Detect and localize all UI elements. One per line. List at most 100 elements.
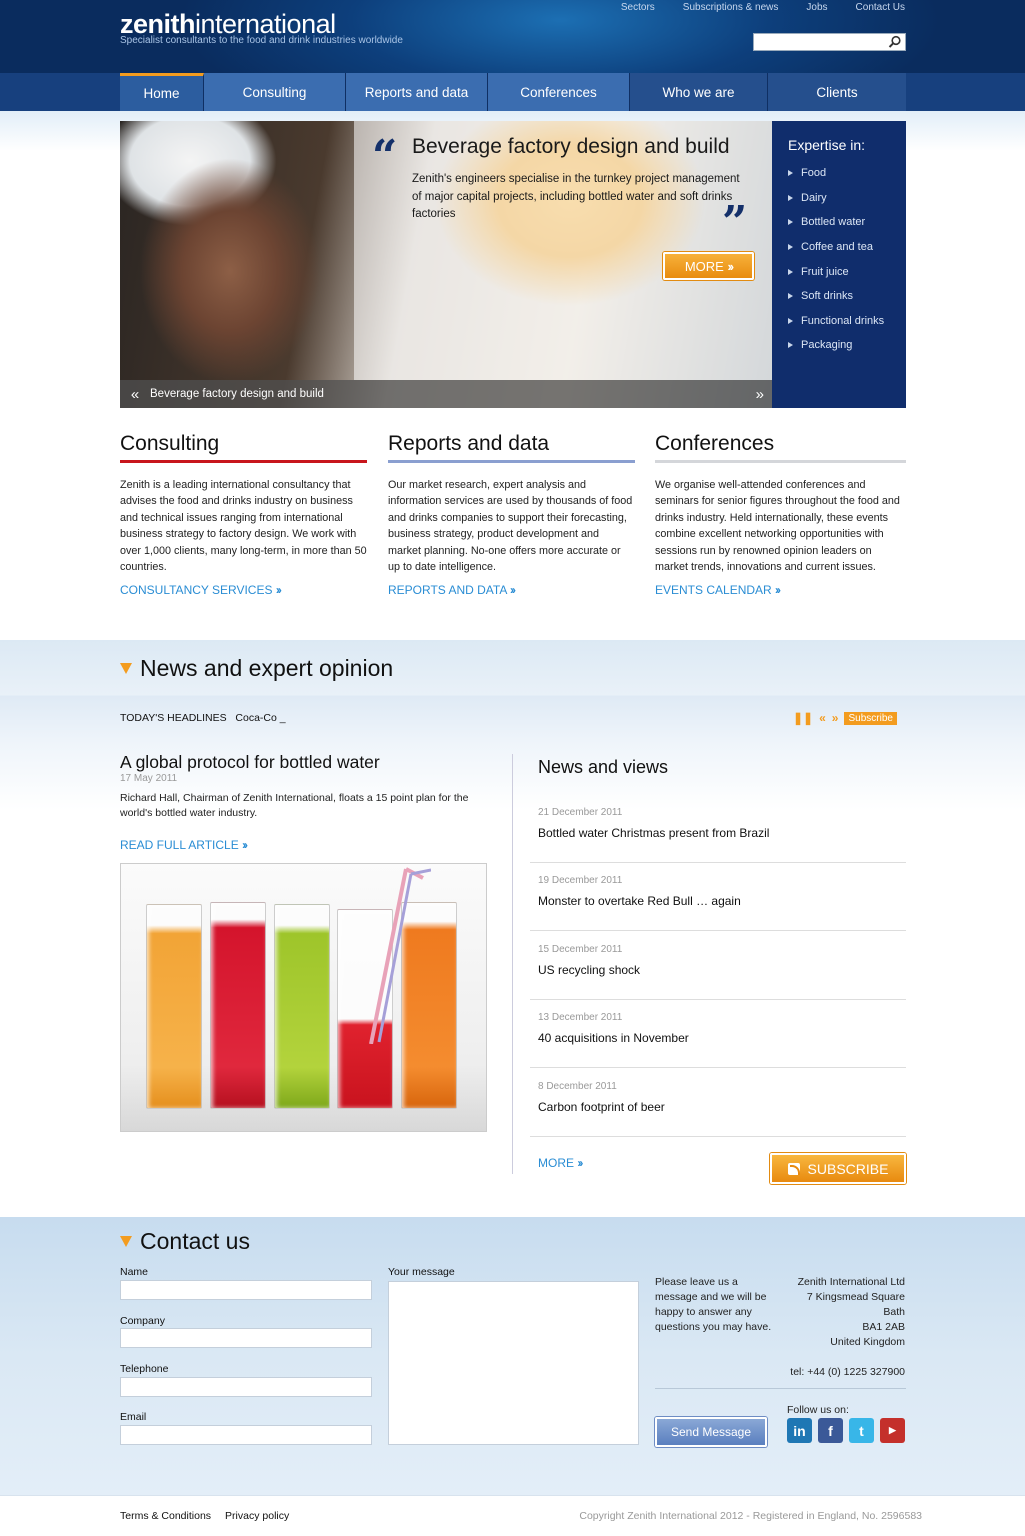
- article-title[interactable]: A global protocol for bottled water: [120, 752, 380, 773]
- article-image[interactable]: [120, 863, 487, 1132]
- news-more-link[interactable]: MORE ››: [538, 1156, 583, 1170]
- expertise-item-soft-drinks[interactable]: Soft drinks: [788, 284, 906, 309]
- close-quote-icon: ”: [722, 197, 748, 248]
- news-item-title[interactable]: Bottled water Christmas present from Bra…: [538, 826, 769, 840]
- triangle-right-icon: [788, 293, 793, 300]
- next-slide-icon[interactable]: »: [756, 386, 764, 403]
- address-line: Bath: [883, 1306, 905, 1318]
- expertise-item-bottled-water[interactable]: Bottled water: [788, 210, 906, 235]
- expertise-item-functional-drinks[interactable]: Functional drinks: [788, 309, 906, 334]
- address-line: 7 Kingsmead Square: [806, 1291, 905, 1303]
- expertise-item-packaging[interactable]: Packaging: [788, 333, 906, 358]
- expertise-label: Packaging: [801, 339, 853, 352]
- news-item-date: 8 December 2011: [538, 1081, 617, 1092]
- headlines-ticker: TODAY'S HEADLINES Coca-Co _: [120, 712, 286, 724]
- top-link-sectors[interactable]: Sectors: [607, 2, 669, 13]
- privacy-link[interactable]: Privacy policy: [225, 1510, 289, 1522]
- company-label: Company: [120, 1315, 165, 1327]
- email-field[interactable]: [120, 1425, 372, 1445]
- glass-red: [210, 902, 266, 1109]
- news-item[interactable]: 8 December 2011 Carbon footprint of beer: [530, 1069, 906, 1137]
- expertise-label: Soft drinks: [801, 290, 853, 303]
- search-input[interactable]: [754, 34, 884, 50]
- hero-caption: Beverage factory design and build: [150, 388, 324, 400]
- news-divider: [512, 754, 513, 1174]
- message-field[interactable]: [388, 1281, 639, 1445]
- nav-who-we-are[interactable]: Who we are: [630, 73, 768, 111]
- nav-consulting[interactable]: Consulting: [204, 73, 346, 111]
- reports-column: Reports and data Our market research, ex…: [388, 432, 635, 597]
- news-item[interactable]: 21 December 2011 Bottled water Christmas …: [530, 795, 906, 863]
- news-item-title[interactable]: 40 acquisitions in November: [538, 1031, 689, 1045]
- top-link-contact[interactable]: Contact Us: [842, 2, 905, 13]
- headlines-ticker-text[interactable]: Coca-Co _: [235, 712, 285, 724]
- expertise-item-fruit-juice[interactable]: Fruit juice: [788, 259, 906, 284]
- telephone-number: tel: +44 (0) 1225 327900: [790, 1366, 905, 1378]
- telephone-field[interactable]: [120, 1377, 372, 1397]
- expertise-item-coffee-tea[interactable]: Coffee and tea: [788, 235, 906, 260]
- search-icon[interactable]: [888, 35, 902, 49]
- news-item-title[interactable]: US recycling shock: [538, 963, 640, 977]
- company-field[interactable]: [120, 1328, 372, 1348]
- news-item[interactable]: 19 December 2011 Monster to overtake Red …: [530, 863, 906, 931]
- double-chevron-icon: ››: [275, 583, 282, 598]
- link-label: CONSULTANCY SERVICES: [120, 583, 273, 598]
- message-label: Your message: [388, 1266, 455, 1278]
- news-item-title[interactable]: Carbon footprint of beer: [538, 1100, 665, 1114]
- linkedin-icon[interactable]: in: [787, 1418, 812, 1443]
- consultancy-services-link[interactable]: CONSULTANCY SERVICES ››: [120, 583, 367, 597]
- triangle-right-icon: [788, 317, 793, 324]
- twitter-icon[interactable]: t: [849, 1418, 874, 1443]
- expertise-item-food[interactable]: Food: [788, 161, 906, 186]
- article-summary: Richard Hall, Chairman of Zenith Interna…: [120, 792, 469, 819]
- follow-us-label: Follow us on:: [787, 1404, 849, 1416]
- conferences-column: Conferences We organise well-attended co…: [655, 432, 906, 597]
- send-message-button[interactable]: Send Message: [655, 1417, 767, 1447]
- hero-more-button[interactable]: MORE ››: [663, 252, 754, 280]
- triangle-right-icon: [788, 244, 793, 251]
- top-link-subscriptions[interactable]: Subscriptions & news: [669, 2, 793, 13]
- name-field[interactable]: [120, 1280, 372, 1300]
- hero-overlay: [354, 121, 772, 380]
- double-chevron-icon: ››: [727, 258, 734, 274]
- nav-conferences[interactable]: Conferences: [488, 73, 630, 111]
- link-label: READ FULL ARTICLE: [120, 838, 239, 852]
- consulting-column: Consulting Zenith is a leading internati…: [120, 432, 367, 597]
- terms-link[interactable]: Terms & Conditions: [120, 1510, 211, 1522]
- reports-and-data-link[interactable]: REPORTS AND DATA ››: [388, 583, 635, 597]
- youtube-icon[interactable]: ▶: [880, 1418, 905, 1443]
- contact-note: Please leave us a message and we will be…: [655, 1276, 772, 1333]
- facebook-icon[interactable]: f: [818, 1418, 843, 1443]
- news-heading: News and expert opinion: [120, 655, 393, 682]
- nav-clients[interactable]: Clients: [768, 73, 906, 111]
- next-icon[interactable]: »: [832, 711, 839, 725]
- previous-icon[interactable]: «: [819, 711, 826, 725]
- column-text: Zenith is a leading international consul…: [120, 479, 367, 574]
- prev-slide-icon[interactable]: «: [120, 386, 150, 403]
- column-text: Our market research, expert analysis and…: [388, 479, 633, 574]
- glass-orange: [146, 904, 202, 1109]
- events-calendar-link[interactable]: EVENTS CALENDAR ››: [655, 583, 906, 597]
- top-link-jobs[interactable]: Jobs: [792, 2, 841, 13]
- subscribe-small-button[interactable]: Subscribe: [844, 711, 897, 725]
- triangle-right-icon: [788, 219, 793, 226]
- expertise-label: Functional drinks: [801, 314, 885, 327]
- expertise-item-dairy[interactable]: Dairy: [788, 186, 906, 211]
- nav-home[interactable]: Home: [120, 73, 204, 111]
- triangle-right-icon: [788, 342, 793, 349]
- nav-reports[interactable]: Reports and data: [346, 73, 488, 111]
- expertise-panel: Expertise in: Food Dairy Bottled water C…: [772, 121, 906, 408]
- triangle-right-icon: [788, 268, 793, 275]
- read-full-article-link[interactable]: READ FULL ARTICLE ››: [120, 838, 248, 852]
- site-footer: Terms & Conditions Privacy policy Copyrig…: [0, 1495, 1025, 1536]
- triangle-down-icon: [120, 663, 132, 674]
- news-views-title: News and views: [538, 757, 669, 777]
- pause-icon[interactable]: ❚❚: [793, 711, 813, 725]
- news-item[interactable]: 15 December 2011 US recycling shock: [530, 932, 906, 1000]
- subscribe-button[interactable]: SUBSCRIBE: [770, 1153, 906, 1184]
- hero-slideshow: “ Beverage factory design and build Zeni…: [120, 121, 772, 408]
- address-line: United Kingdom: [830, 1336, 905, 1348]
- news-item[interactable]: 13 December 2011 40 acquisitions in Novem…: [530, 1000, 906, 1068]
- news-item-title[interactable]: Monster to overtake Red Bull … again: [538, 894, 741, 908]
- expertise-title: Expertise in:: [788, 137, 866, 153]
